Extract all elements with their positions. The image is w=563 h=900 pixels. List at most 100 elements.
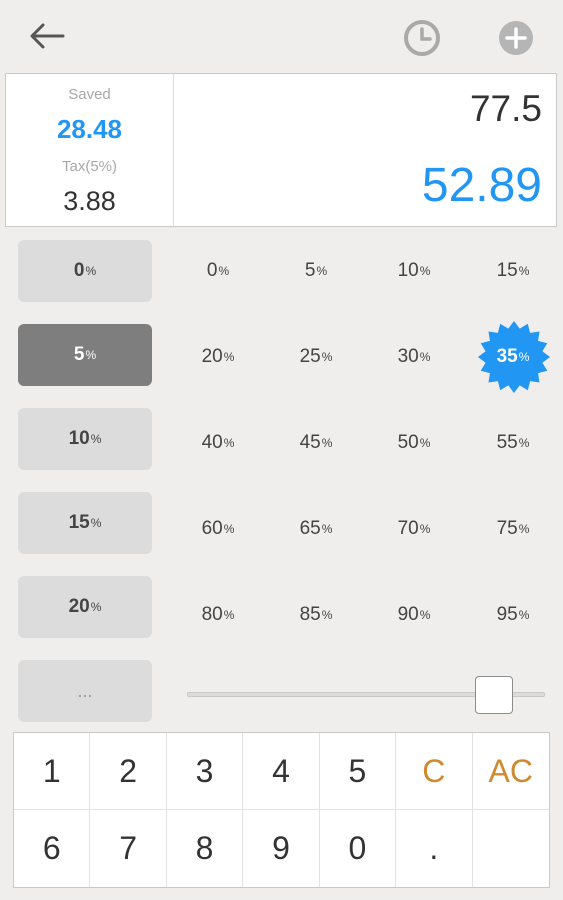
percent-symbol: %: [223, 436, 235, 450]
tax-more-label: ...: [77, 680, 93, 701]
discount-value: 10: [397, 260, 419, 281]
discount-value: 50: [397, 432, 419, 453]
percent-symbol: %: [218, 264, 230, 278]
discount-value: 85: [299, 604, 321, 625]
tax-more-button[interactable]: ...: [18, 660, 152, 722]
digit-key-0[interactable]: 0: [320, 810, 397, 887]
digit-key-7[interactable]: 7: [90, 810, 167, 887]
tax-rate-button-10[interactable]: 10%: [18, 408, 152, 470]
percent-symbol: %: [316, 264, 328, 278]
discount-value: 45: [299, 432, 321, 453]
price-value: 77.5: [469, 88, 542, 129]
percent-symbol: %: [90, 600, 102, 614]
tax-rate-value: 15: [68, 512, 90, 533]
discount-value: 0: [206, 260, 218, 281]
digit-key-6[interactable]: 6: [14, 810, 91, 887]
digit-key-5[interactable]: 5: [319, 733, 397, 810]
digit-key-3[interactable]: 3: [166, 733, 244, 810]
percent-symbol: %: [85, 264, 97, 278]
discount-value: 80: [201, 604, 223, 625]
saved-label: Saved: [68, 86, 111, 103]
history-clock-icon: [404, 20, 440, 56]
final-price-value: 52.89: [421, 159, 542, 212]
discount-value: 30: [397, 346, 419, 367]
percent-symbol: %: [321, 350, 333, 364]
discount-option-20[interactable]: 20%: [178, 337, 258, 377]
discount-option-10[interactable]: 10%: [374, 251, 454, 291]
tax-value: 3.88: [63, 186, 116, 216]
discount-option-70[interactable]: 70%: [374, 509, 454, 549]
digit-key-8[interactable]: 8: [167, 810, 244, 887]
discount-option-85[interactable]: 85%: [276, 595, 356, 635]
percent-symbol: %: [518, 608, 530, 622]
percent-symbol: %: [223, 608, 235, 622]
discount-option-45[interactable]: 45%: [276, 423, 356, 463]
percent-symbol: %: [419, 350, 431, 364]
all-clear-key[interactable]: AC: [472, 733, 549, 810]
back-arrow-icon: [30, 23, 65, 49]
tax-rate-button-0[interactable]: 0%: [18, 240, 152, 302]
discount-option-60[interactable]: 60%: [178, 509, 258, 549]
percent-symbol: %: [85, 348, 97, 362]
percent-symbol: %: [419, 436, 431, 450]
discount-option-50[interactable]: 50%: [374, 423, 454, 463]
empty-key: [473, 810, 549, 887]
digit-key-2[interactable]: 2: [90, 733, 167, 810]
discount-value: 25: [299, 346, 321, 367]
percent-symbol: %: [90, 516, 102, 530]
discount-value: 35: [496, 346, 518, 367]
slider-thumb[interactable]: [475, 676, 513, 714]
percent-symbol: %: [518, 436, 530, 450]
history-button[interactable]: [400, 16, 444, 60]
discount-option-35[interactable]: 35%: [473, 337, 553, 377]
discount-value: 90: [397, 604, 419, 625]
percent-symbol: %: [321, 436, 333, 450]
percent-symbol: %: [90, 432, 102, 446]
discount-option-25[interactable]: 25%: [276, 337, 356, 377]
tax-rate-value: 5: [73, 344, 85, 365]
tax-rate-button-15[interactable]: 15%: [18, 492, 152, 554]
digit-key-9[interactable]: 9: [243, 810, 320, 887]
discount-option-90[interactable]: 90%: [374, 595, 454, 635]
tax-rate-value: 0: [73, 260, 85, 281]
discount-value: 95: [496, 604, 518, 625]
tax-label: Tax(5%): [61, 158, 117, 175]
digit-key-1[interactable]: 1: [14, 733, 91, 810]
percent-symbol: %: [419, 522, 431, 536]
discount-option-80[interactable]: 80%: [178, 595, 258, 635]
discount-option-65[interactable]: 65%: [276, 509, 356, 549]
discount-value: 65: [299, 518, 321, 539]
discount-option-75[interactable]: 75%: [473, 509, 553, 549]
discount-option-95[interactable]: 95%: [473, 595, 553, 635]
discount-option-5[interactable]: 5%: [276, 251, 356, 291]
discount-option-30[interactable]: 30%: [374, 337, 454, 377]
discount-value: 5: [304, 260, 316, 281]
discount-value: 60: [201, 518, 223, 539]
discount-option-40[interactable]: 40%: [178, 423, 258, 463]
display-divider: [173, 74, 174, 226]
discount-value: 70: [397, 518, 419, 539]
discount-value: 55: [496, 432, 518, 453]
percent-symbol: %: [419, 264, 431, 278]
tax-rate-button-5[interactable]: 5%: [18, 324, 152, 386]
discount-value: 15: [496, 260, 518, 281]
percent-symbol: %: [223, 522, 235, 536]
saved-value: 28.48: [56, 114, 123, 144]
keypad: 1 2 3 4 5 C AC 6 7 8 9 0.: [13, 732, 550, 888]
discount-option-15[interactable]: 15%: [473, 251, 553, 291]
add-circle-icon: [499, 21, 533, 55]
discount-option-55[interactable]: 55%: [473, 423, 553, 463]
discount-slider[interactable]: [187, 676, 545, 716]
decimal-key[interactable]: .: [396, 810, 473, 887]
percent-symbol: %: [518, 522, 530, 536]
back-button[interactable]: [22, 16, 72, 56]
result-display: Saved 28.48 Tax(5%) 3.88 77.5 52.89: [5, 73, 557, 227]
tax-rate-button-20[interactable]: 20%: [18, 576, 152, 638]
discount-value: 75: [496, 518, 518, 539]
clear-key[interactable]: C: [396, 733, 473, 810]
discount-option-0[interactable]: 0%: [178, 251, 258, 291]
tax-rate-value: 20: [68, 596, 90, 617]
digit-key-4[interactable]: 4: [243, 733, 320, 810]
discount-value: 20: [201, 346, 223, 367]
add-button[interactable]: [494, 16, 538, 60]
